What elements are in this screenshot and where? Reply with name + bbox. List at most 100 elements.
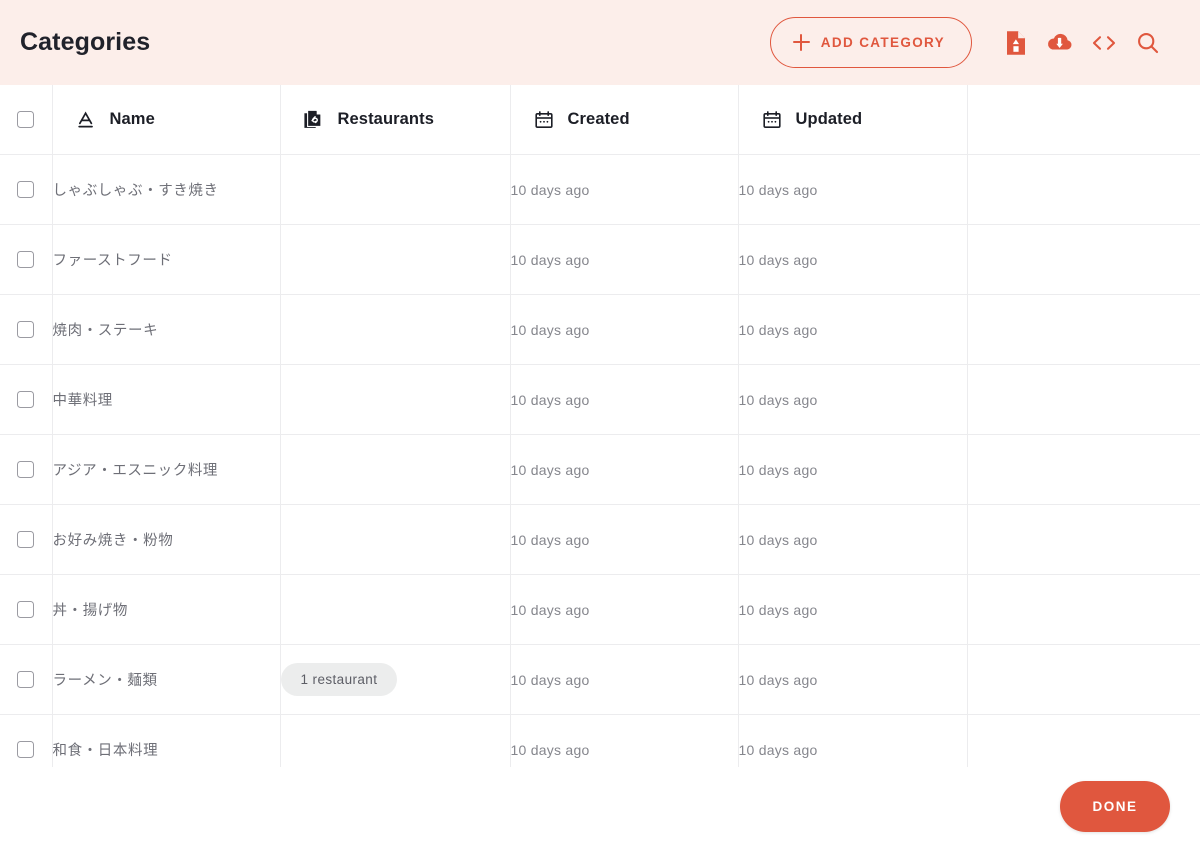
- page-footer: Done: [0, 767, 1200, 847]
- select-all-wrapper: [0, 85, 52, 154]
- cell-blank: [967, 154, 1200, 225]
- table-row[interactable]: 焼肉・ステーキ 10 days ago 10 days ago: [0, 294, 1200, 365]
- row-checkbox[interactable]: [17, 251, 35, 268]
- cell-restaurants[interactable]: [280, 364, 511, 435]
- column-header-restaurants-label: Restaurants: [337, 110, 434, 128]
- cell-created: 10 days ago: [510, 574, 739, 645]
- row-checkbox[interactable]: [17, 671, 35, 688]
- row-select-wrapper: [0, 365, 52, 434]
- cell-name[interactable]: 和食・日本料理: [52, 714, 281, 767]
- cell-restaurants[interactable]: [280, 224, 511, 295]
- cell-blank: [967, 434, 1200, 505]
- categories-table-scroll[interactable]: Name Restaurants Created Updated しゃぶしゃぶ・…: [0, 85, 1200, 767]
- row-select-wrapper: [0, 225, 52, 294]
- row-checkbox[interactable]: [17, 461, 35, 478]
- table-row[interactable]: 丼・揚げ物 10 days ago 10 days ago: [0, 574, 1200, 645]
- column-header-created[interactable]: Created: [510, 85, 739, 155]
- restaurant-count-chip[interactable]: 1 restaurant: [280, 663, 398, 696]
- cell-name[interactable]: ラーメン・麺類: [52, 644, 281, 715]
- search-button[interactable]: [1126, 21, 1170, 65]
- table-header-row-group: Name Restaurants Created Updated: [0, 85, 1200, 155]
- column-header-updated-label: Updated: [795, 110, 863, 128]
- table-row[interactable]: ファーストフード 10 days ago 10 days ago: [0, 224, 1200, 295]
- cell-updated: 10 days ago: [738, 644, 968, 715]
- cloud-download-icon: [1046, 32, 1074, 54]
- row-checkbox[interactable]: [17, 741, 35, 758]
- cell-restaurants[interactable]: [280, 504, 511, 575]
- cell-name[interactable]: アジア・エスニック料理: [52, 434, 281, 505]
- cell-updated: 10 days ago: [738, 154, 968, 225]
- table-row[interactable]: 和食・日本料理 10 days ago 10 days ago: [0, 714, 1200, 767]
- table-row[interactable]: しゃぶしゃぶ・すき焼き 10 days ago 10 days ago: [0, 154, 1200, 225]
- cell-updated: 10 days ago: [738, 224, 968, 295]
- calendar-icon: [533, 109, 555, 131]
- done-button[interactable]: Done: [1060, 781, 1170, 832]
- row-select-wrapper: [0, 505, 52, 574]
- cell-created: 10 days ago: [510, 504, 739, 575]
- row-select-wrapper: [0, 645, 52, 714]
- column-header-updated[interactable]: Updated: [738, 85, 968, 155]
- cell-restaurants[interactable]: [280, 154, 511, 225]
- table-header-row: Name Restaurants Created Updated: [0, 85, 1200, 155]
- cell-restaurants[interactable]: [280, 434, 511, 505]
- cell-created: 10 days ago: [510, 294, 739, 365]
- cell-name[interactable]: 丼・揚げ物: [52, 574, 281, 645]
- code-brackets-icon: [1091, 34, 1117, 52]
- row-select-wrapper: [0, 575, 52, 644]
- select-all-checkbox[interactable]: [17, 111, 35, 128]
- page-title: Categories: [20, 28, 151, 56]
- row-select-cell: [0, 154, 53, 225]
- cell-name[interactable]: しゃぶしゃぶ・すき焼き: [52, 154, 281, 225]
- calendar-icon: [761, 109, 783, 131]
- cell-restaurants[interactable]: [280, 574, 511, 645]
- cell-blank: [967, 644, 1200, 715]
- categories-page: Categories Add category: [0, 0, 1200, 847]
- api-code-button[interactable]: [1082, 21, 1126, 65]
- row-select-wrapper: [0, 435, 52, 504]
- row-select-cell: [0, 574, 53, 645]
- table-row[interactable]: 中華料理 10 days ago 10 days ago: [0, 364, 1200, 435]
- add-category-button[interactable]: Add category: [769, 17, 972, 68]
- cell-blank: [967, 224, 1200, 295]
- cell-blank: [967, 294, 1200, 365]
- row-select-cell: [0, 644, 53, 715]
- cell-updated: 10 days ago: [738, 714, 968, 767]
- cell-restaurants[interactable]: 1 restaurant: [280, 644, 511, 715]
- select-all-header-cell: [0, 85, 53, 155]
- text-type-icon: [75, 109, 97, 131]
- row-select-cell: [0, 294, 53, 365]
- row-checkbox[interactable]: [17, 601, 35, 618]
- row-checkbox[interactable]: [17, 531, 35, 548]
- cell-updated: 10 days ago: [738, 434, 968, 505]
- cell-blank: [967, 714, 1200, 767]
- import-file-button[interactable]: [994, 21, 1038, 65]
- cell-updated: 10 days ago: [738, 364, 968, 435]
- table-row[interactable]: お好み焼き・粉物 10 days ago 10 days ago: [0, 504, 1200, 575]
- table-row[interactable]: ラーメン・麺類 1 restaurant 10 days ago 10 days ag…: [0, 644, 1200, 715]
- column-header-name[interactable]: Name: [52, 85, 281, 155]
- table-row[interactable]: アジア・エスニック料理 10 days ago 10 days ago: [0, 434, 1200, 505]
- cell-created: 10 days ago: [510, 644, 739, 715]
- cell-created: 10 days ago: [510, 714, 739, 767]
- row-checkbox[interactable]: [17, 391, 35, 408]
- row-checkbox[interactable]: [17, 181, 35, 198]
- row-select-cell: [0, 434, 53, 505]
- cell-name[interactable]: 中華料理: [52, 364, 281, 435]
- row-select-cell: [0, 364, 53, 435]
- cell-blank: [967, 364, 1200, 435]
- column-header-created-label: Created: [567, 110, 630, 128]
- cell-created: 10 days ago: [510, 434, 739, 505]
- cell-restaurants[interactable]: [280, 714, 511, 767]
- plus-icon: [792, 34, 810, 51]
- column-header-restaurants[interactable]: Restaurants: [280, 85, 511, 155]
- cell-restaurants[interactable]: [280, 294, 511, 365]
- row-checkbox[interactable]: [17, 321, 35, 338]
- header-actions: Add category: [769, 17, 1170, 68]
- cell-blank: [967, 574, 1200, 645]
- add-category-label: Add category: [820, 35, 945, 50]
- cell-name[interactable]: お好み焼き・粉物: [52, 504, 281, 575]
- cell-name[interactable]: ファーストフード: [52, 224, 281, 295]
- export-download-button[interactable]: [1038, 21, 1082, 65]
- cell-name[interactable]: 焼肉・ステーキ: [52, 294, 281, 365]
- cell-created: 10 days ago: [510, 154, 739, 225]
